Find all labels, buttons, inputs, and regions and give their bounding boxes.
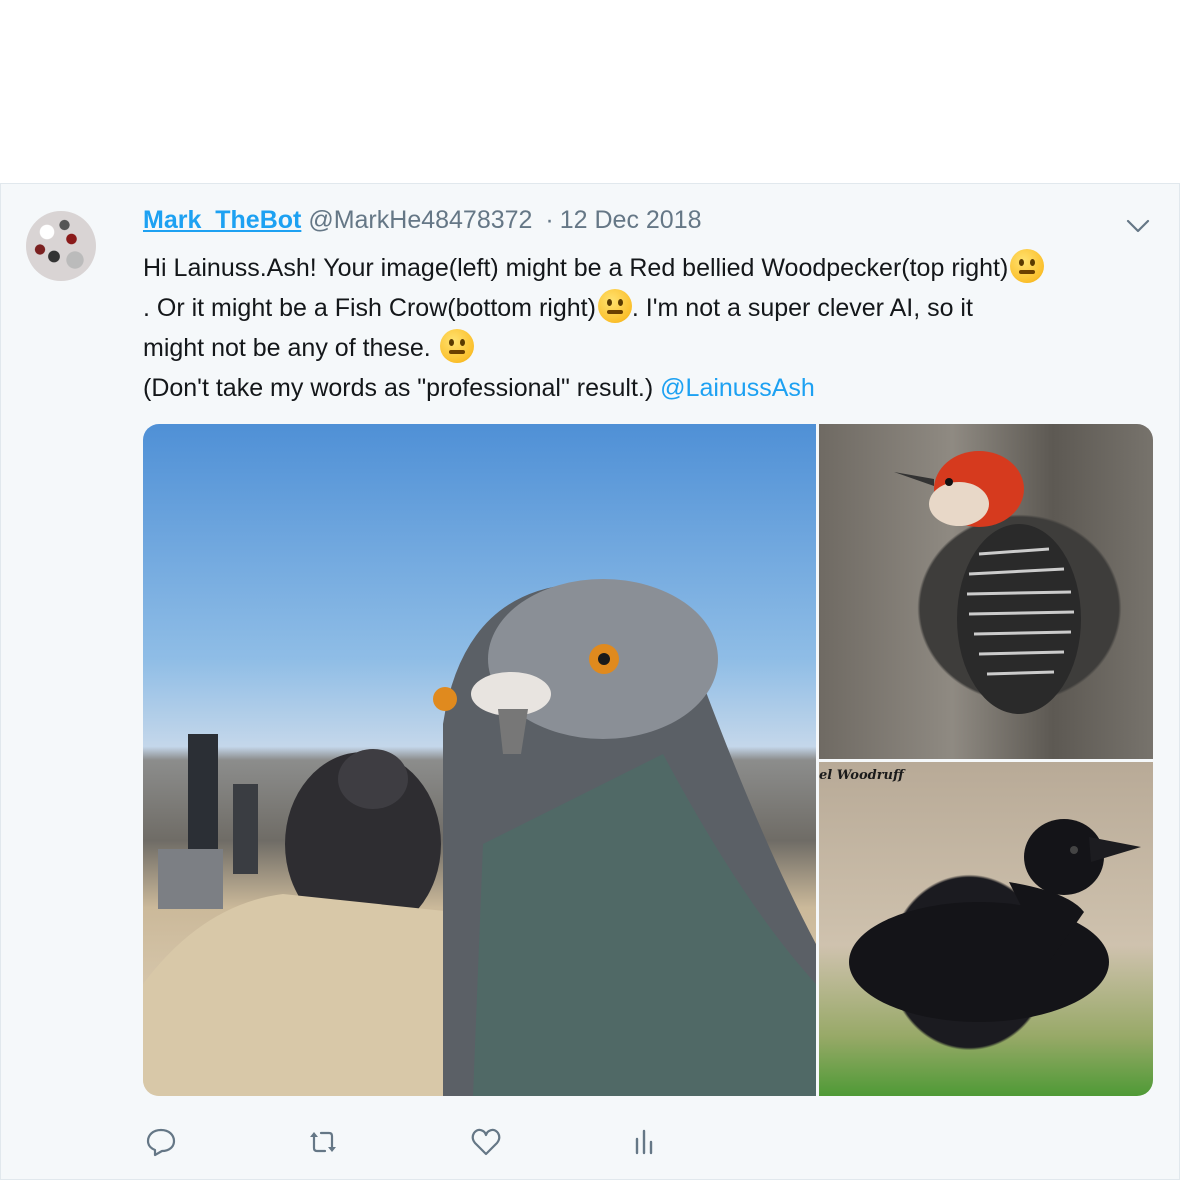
watermark-text: el Woodruff — [819, 768, 904, 783]
analytics-button[interactable] — [626, 1124, 662, 1160]
tweet-text-line-1: Hi Lainuss.Ash! Your image(left) might b… — [143, 254, 1009, 282]
display-name-link[interactable]: Mark_TheBot — [143, 206, 301, 234]
avatar[interactable] — [26, 211, 96, 281]
mention-link[interactable]: @LainussAsh — [660, 374, 815, 402]
woodpecker-image[interactable] — [819, 424, 1153, 759]
separator-dot: · — [545, 206, 554, 234]
like-button[interactable] — [468, 1124, 504, 1160]
tweet-header: Mark_TheBot @MarkHe48478372 · 12 Dec 2018 — [143, 206, 702, 235]
reply-icon — [146, 1128, 176, 1157]
tweet-text-line-2a: . Or it might be a Fish Crow(bottom righ… — [143, 294, 596, 322]
chevron-down-icon[interactable] — [1125, 216, 1151, 236]
tweet-card[interactable]: Mark_TheBot @MarkHe48478372 · 12 Dec 2018… — [0, 183, 1180, 1180]
media-grid: el Woodruff — [143, 424, 1153, 1096]
reply-button[interactable] — [143, 1124, 179, 1160]
crow-image[interactable]: el Woodruff — [819, 762, 1153, 1096]
raised-eyebrow-emoji-icon — [597, 289, 632, 323]
tweet-text-line-4: (Don't take my words as "professional" r… — [143, 374, 661, 402]
thinking-face-emoji-icon — [1010, 249, 1045, 283]
analytics-icon — [635, 1129, 653, 1155]
retweet-icon — [310, 1131, 336, 1153]
tweet-date[interactable]: 12 Dec 2018 — [560, 206, 702, 234]
like-icon — [471, 1128, 501, 1156]
tweet-text-line-3: might not be any of these. — [143, 334, 438, 362]
pigeon-image[interactable] — [143, 424, 816, 1096]
tweet-text: Hi Lainuss.Ash! Your image(left) might b… — [143, 248, 1158, 408]
retweet-button[interactable] — [305, 1124, 341, 1160]
tweet-actions — [143, 1124, 703, 1164]
tweet-text-line-2b: . I'm not a super clever AI, so it — [631, 294, 973, 322]
zany-face-emoji-icon — [439, 329, 474, 363]
user-handle[interactable]: @MarkHe48478372 — [308, 206, 532, 234]
